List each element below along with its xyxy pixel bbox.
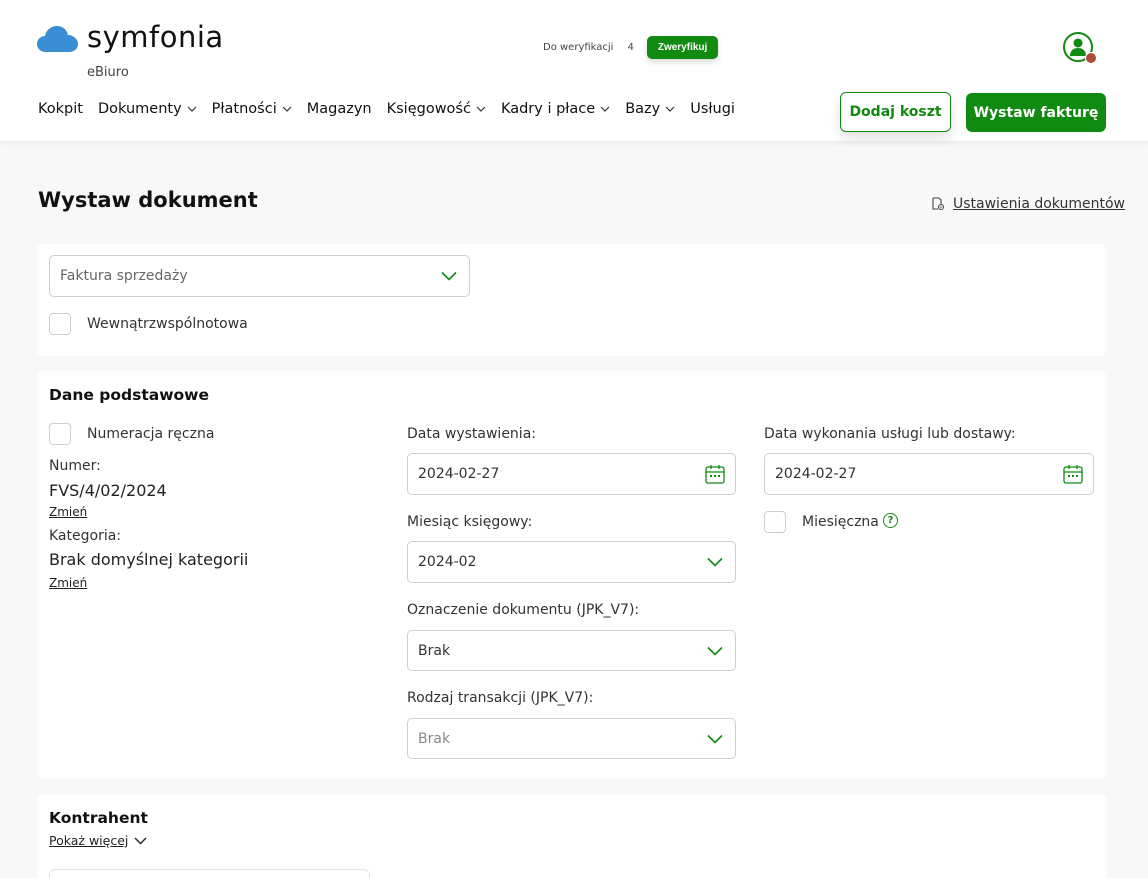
manual-numbering-checkbox[interactable]: [49, 423, 71, 445]
document-marking-select[interactable]: Brak: [407, 630, 736, 671]
transaction-type-select[interactable]: Brak: [407, 718, 736, 759]
manual-numbering-label: Numeracja ręczna: [87, 426, 215, 442]
nav-item-platnosci[interactable]: Płatności: [212, 101, 292, 117]
verification-bar: Do weryfikacji 4 Zweryfikuj: [543, 36, 719, 59]
document-settings-label: Ustawienia dokumentów: [953, 196, 1125, 212]
nav-label: Magazyn: [306, 101, 372, 117]
monthly-checkbox[interactable]: [764, 511, 786, 533]
transaction-type-value: Brak: [418, 730, 451, 747]
page-title: Wystaw dokument: [38, 188, 258, 212]
service-date-label: Data wykonania usługi lub dostawy:: [764, 426, 1016, 442]
nav-label: Kadry i płace: [500, 101, 596, 117]
chevron-down-icon: [441, 271, 457, 281]
nav-label: Usługi: [690, 101, 735, 117]
document-marking-label: Oznaczenie dokumentu (JPK_V7):: [407, 602, 640, 618]
intra-community-label: Wewnątrzwspólnotowa: [87, 316, 248, 332]
show-more-label: Pokaż więcej: [49, 833, 129, 848]
nav-item-dokumenty[interactable]: Dokumenty: [98, 101, 197, 117]
main-nav: Kokpit Dokumenty Płatności Magazyn Księg…: [38, 101, 750, 117]
issue-date-label: Data wystawienia:: [407, 426, 536, 442]
chevron-down-icon: [134, 837, 147, 844]
nav-label: Płatności: [211, 101, 277, 117]
chevron-down-icon: [282, 106, 292, 112]
nav-item-kokpit[interactable]: Kokpit: [38, 101, 83, 117]
transaction-type-label: Rodzaj transakcji (JPK_V7):: [407, 690, 594, 706]
contractor-title: Kontrahent: [49, 809, 148, 827]
chevron-down-icon: [187, 106, 197, 112]
verification-label: Do weryfikacji: [543, 42, 614, 53]
contractor-panel: [49, 869, 370, 878]
user-icon: [1070, 38, 1086, 56]
chevron-down-icon: [476, 106, 486, 112]
issue-date-value: 2024-02-27: [418, 466, 500, 482]
chevron-down-icon: [707, 557, 723, 567]
monthly-label: Miesięczna: [802, 514, 879, 530]
change-category-link[interactable]: Zmień: [49, 576, 87, 590]
nav-item-ksiegowosc[interactable]: Księgowość: [387, 101, 486, 117]
calendar-icon[interactable]: [1063, 464, 1083, 484]
calendar-icon[interactable]: [705, 464, 725, 484]
top-header: symfonia eBiuro Do weryfikacji 4 Zweryfi…: [0, 0, 1148, 141]
chevron-down-icon: [707, 646, 723, 655]
verify-button[interactable]: Zweryfikuj: [646, 36, 719, 59]
accounting-month-value: 2024-02: [418, 554, 477, 570]
document-marking-value: Brak: [418, 642, 451, 659]
issue-date-input[interactable]: 2024-02-27: [407, 453, 736, 495]
nav-label: Dokumenty: [97, 101, 182, 117]
notification-dot: [1085, 52, 1097, 64]
number-label: Numer:: [49, 458, 101, 474]
chevron-down-icon: [600, 106, 610, 112]
service-date-input[interactable]: 2024-02-27: [764, 453, 1094, 495]
change-number-link[interactable]: Zmień: [49, 505, 87, 519]
nav-item-kadry[interactable]: Kadry i płace: [501, 101, 610, 117]
contractor-card: [37, 794, 1106, 878]
chevron-down-icon: [707, 734, 723, 743]
brand-subtitle: eBiuro: [87, 65, 129, 80]
document-type-select[interactable]: Faktura sprzedaży: [49, 255, 470, 297]
nav-label: Kokpit: [38, 101, 83, 117]
service-date-value: 2024-02-27: [775, 466, 857, 482]
nav-item-magazyn[interactable]: Magazyn: [307, 101, 372, 117]
category-label: Kategoria:: [49, 528, 122, 544]
brand-logo[interactable]: symfonia: [37, 20, 224, 54]
show-more-link[interactable]: Pokaż więcej: [49, 833, 147, 848]
nav-label: Bazy: [625, 101, 661, 117]
category-value: Brak domyślnej kategorii: [49, 550, 249, 569]
nav-label: Księgowość: [386, 101, 471, 117]
accounting-month-label: Miesiąc księgowy:: [407, 514, 533, 530]
number-value: FVS/4/02/2024: [49, 481, 167, 500]
document-settings-link[interactable]: Ustawienia dokumentów: [931, 196, 1125, 212]
add-cost-button[interactable]: Dodaj koszt: [840, 92, 951, 132]
chevron-down-icon: [665, 106, 675, 112]
issue-invoice-button[interactable]: Wystaw fakturę: [966, 93, 1106, 132]
nav-item-uslugi[interactable]: Usługi: [690, 101, 735, 117]
intra-community-checkbox[interactable]: [49, 313, 71, 335]
user-avatar[interactable]: [1063, 32, 1097, 64]
accounting-month-select[interactable]: 2024-02: [407, 541, 736, 583]
verification-count: 4: [627, 42, 634, 53]
settings-document-icon: [932, 197, 945, 211]
nav-item-bazy[interactable]: Bazy: [625, 101, 675, 117]
help-icon[interactable]: ?: [883, 513, 898, 528]
cloud-icon: [37, 26, 78, 52]
basic-data-title: Dane podstawowe: [49, 386, 210, 404]
brand-name: symfonia: [87, 20, 224, 54]
document-type-value: Faktura sprzedaży: [60, 268, 188, 284]
